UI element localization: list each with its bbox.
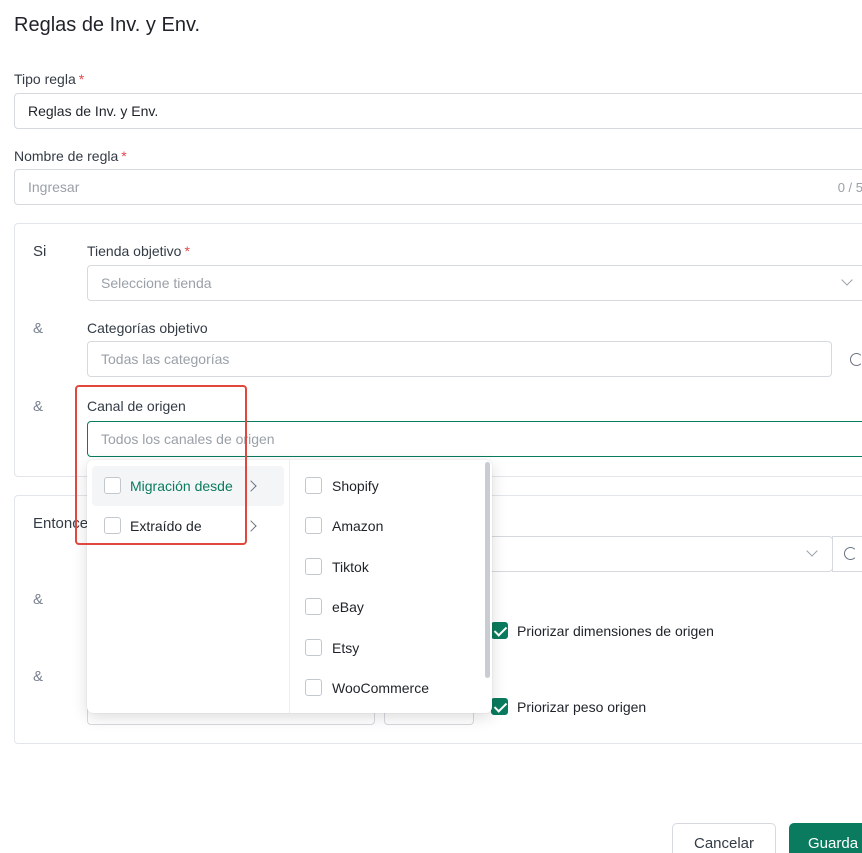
chevron-down-icon [806,545,818,557]
target-categories-select[interactable]: Todas las categorías [87,341,832,377]
if-label: Si [33,243,47,260]
chevron-right-icon [245,520,257,532]
and-operator: & [33,320,44,337]
woocommerce-checkbox[interactable] [305,679,322,696]
dropdown-scrollbar[interactable] [485,462,490,678]
page-title: Reglas de Inv. y Env. [14,14,201,36]
required-marker: * [184,243,190,259]
cancel-button[interactable]: Cancelar [672,823,776,853]
target-categories-placeholder: Todas las categorías [101,351,230,367]
rule-name-label: Nombre de regla * [14,148,127,164]
rule-name-input[interactable]: Ingresar 0 / 5 [14,169,862,205]
rule-type-label: Tipo regla * [14,71,85,87]
refresh-button[interactable] [832,536,862,572]
tiktok-checkbox[interactable] [305,558,322,575]
prioritize-weight-label: Priorizar peso origen [517,699,647,715]
target-store-placeholder: Seleccione tienda [101,275,212,291]
ebay-label: eBay [332,599,364,615]
prioritize-weight-checkbox[interactable] [491,698,508,715]
refresh-icon[interactable] [850,353,862,366]
prioritize-dimensions-label: Priorizar dimensiones de origen [517,623,714,639]
rule-type-field[interactable]: Reglas de Inv. y Env. [14,93,862,129]
and-operator: & [33,398,44,415]
tiktok-label: Tiktok [332,559,369,575]
chevron-down-icon [841,274,853,286]
amazon-label: Amazon [332,518,384,534]
amazon-checkbox[interactable] [305,517,322,534]
rule-name-placeholder: Ingresar [28,179,80,195]
highlight-annotation-box [75,385,247,545]
target-categories-label: Categorías objetivo [87,320,208,336]
required-marker: * [121,148,127,164]
target-store-select[interactable]: Seleccione tienda [87,265,862,301]
save-button[interactable]: Guarda [789,823,862,853]
required-marker: * [78,71,85,87]
dropdown-divider [289,460,290,713]
char-counter: 0 / 5 [837,180,862,195]
ebay-checkbox[interactable] [305,598,322,615]
prioritize-dimensions-checkbox[interactable] [491,622,508,639]
refresh-icon [844,547,857,560]
shopify-label: Shopify [332,478,379,494]
woocommerce-label: WooCommerce [332,680,429,696]
rule-type-value: Reglas de Inv. y Env. [28,103,159,119]
and-operator: & [33,591,44,608]
and-operator: & [33,668,44,685]
target-store-label: Tienda objetivo * [87,243,190,259]
etsy-checkbox[interactable] [305,639,322,656]
shopify-checkbox[interactable] [305,477,322,494]
etsy-label: Etsy [332,640,360,656]
